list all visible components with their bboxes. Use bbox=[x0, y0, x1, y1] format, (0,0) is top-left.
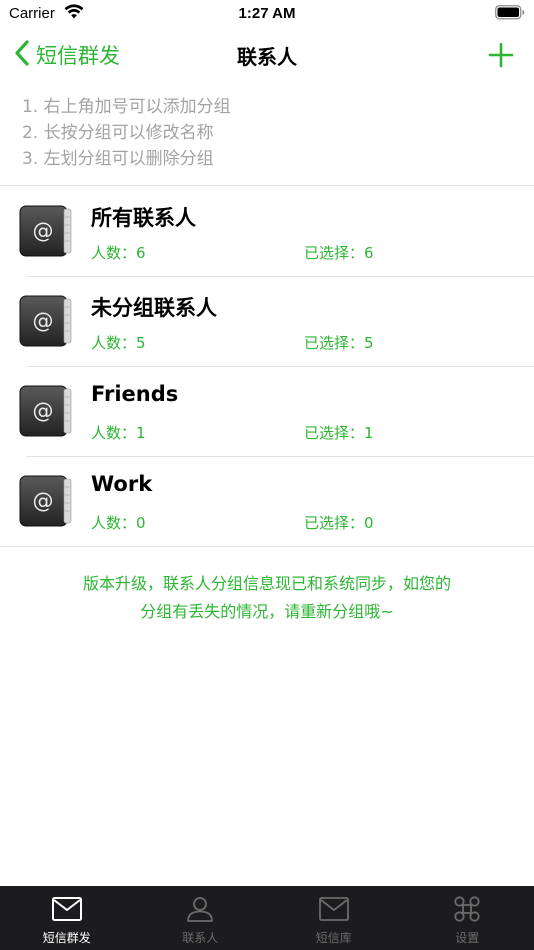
address-book-icon: @ bbox=[19, 295, 72, 347]
group-selected-count: 已选择：0 bbox=[304, 514, 374, 532]
address-book-icon: @ bbox=[19, 385, 72, 437]
svg-text:@: @ bbox=[33, 219, 54, 243]
address-book-icon: @ bbox=[19, 205, 72, 257]
group-name: 所有联系人 bbox=[91, 206, 196, 230]
group-row-work[interactable]: @ Work 人数：0 已选择：0 bbox=[0, 456, 534, 546]
group-member-count: 人数：0 bbox=[91, 514, 146, 532]
group-member-count: 人数：6 bbox=[91, 244, 146, 262]
group-row-friends[interactable]: @ Friends 人数：1 已选择：1 bbox=[0, 366, 534, 456]
tab-sms-broadcast[interactable]: 短信群发 bbox=[0, 886, 134, 950]
tab-label: 短信库 bbox=[315, 931, 352, 945]
status-bar: Carrier 1:27 AM bbox=[0, 0, 534, 28]
tab-label: 联系人 bbox=[182, 931, 219, 945]
tab-settings[interactable]: 设置 bbox=[401, 886, 534, 950]
add-group-button[interactable] bbox=[484, 38, 518, 72]
instruction-item: 1. 右上角加号可以添加分组 bbox=[22, 97, 231, 117]
person-icon bbox=[184, 886, 216, 926]
group-list: @ 所有联系人 人数：6 已选择：6 @ 未分组联系人 人数：5 已选择：5 @… bbox=[0, 185, 534, 547]
group-member-count: 人数：5 bbox=[91, 334, 146, 352]
group-member-count: 人数：1 bbox=[91, 424, 146, 442]
battery-icon bbox=[495, 5, 525, 24]
navigation-bar: 短信群发 联系人 bbox=[0, 28, 534, 84]
instruction-item: 2. 长按分组可以修改名称 bbox=[22, 123, 214, 143]
page-title: 联系人 bbox=[237, 45, 297, 69]
svg-text:@: @ bbox=[33, 309, 54, 333]
command-icon bbox=[451, 886, 483, 926]
sync-notice-line: 版本升级，联系人分组信息现已和系统同步，如您的 bbox=[82, 574, 451, 593]
envelope-icon bbox=[318, 886, 350, 926]
group-row-all-contacts[interactable]: @ 所有联系人 人数：6 已选择：6 bbox=[0, 186, 534, 276]
envelope-icon bbox=[51, 886, 83, 926]
group-selected-count: 已选择：5 bbox=[304, 334, 374, 352]
sync-notice-line: 分组有丢失的情况，请重新分组哦~ bbox=[140, 602, 394, 621]
tab-sms-library[interactable]: 短信库 bbox=[267, 886, 401, 950]
group-name: Work bbox=[91, 472, 153, 496]
svg-text:@: @ bbox=[33, 399, 54, 423]
group-row-ungrouped[interactable]: @ 未分组联系人 人数：5 已选择：5 bbox=[0, 276, 534, 366]
tab-label: 设置 bbox=[455, 931, 480, 945]
plus-icon bbox=[484, 42, 518, 76]
group-selected-count: 已选择：6 bbox=[304, 244, 374, 262]
group-name: Friends bbox=[91, 382, 179, 406]
tab-label: 短信群发 bbox=[42, 931, 91, 945]
group-name: 未分组联系人 bbox=[91, 296, 217, 320]
tab-bar: 短信群发 联系人 短信库 设置 bbox=[0, 886, 534, 950]
instructions: 1. 右上角加号可以添加分组 2. 长按分组可以修改名称 3. 左划分组可以删除… bbox=[22, 94, 502, 172]
sync-notice: 版本升级，联系人分组信息现已和系统同步，如您的 分组有丢失的情况，请重新分组哦~ bbox=[20, 570, 514, 626]
group-selected-count: 已选择：1 bbox=[304, 424, 374, 442]
tab-contacts[interactable]: 联系人 bbox=[134, 886, 268, 950]
svg-text:@: @ bbox=[33, 489, 54, 513]
instruction-item: 3. 左划分组可以删除分组 bbox=[22, 149, 214, 169]
status-time: 1:27 AM bbox=[238, 5, 296, 22]
address-book-icon: @ bbox=[19, 475, 72, 527]
